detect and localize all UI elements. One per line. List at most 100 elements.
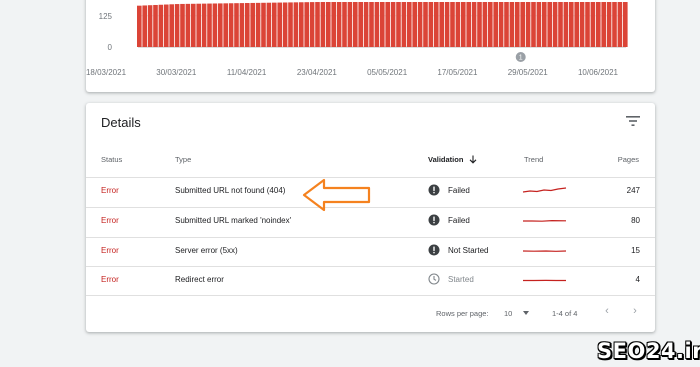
chart-bar[interactable]	[185, 3, 191, 48]
chart-bar[interactable]	[455, 2, 461, 47]
chart-bar[interactable]	[617, 2, 623, 47]
chart-bar[interactable]	[196, 3, 201, 47]
chart-bar[interactable]	[450, 2, 455, 47]
chart-bar[interactable]	[590, 2, 596, 47]
chart-bar[interactable]	[606, 2, 612, 47]
chart-bar[interactable]	[434, 2, 439, 47]
chart-bar[interactable]	[158, 4, 164, 47]
chart-bar[interactable]	[385, 2, 390, 47]
chart-bar[interactable]	[261, 2, 266, 47]
chart-bar[interactable]	[493, 2, 498, 47]
chart-bar[interactable]	[471, 2, 477, 47]
chart-bar[interactable]	[407, 2, 412, 47]
chart-bar[interactable]	[520, 2, 525, 47]
column-header-validation[interactable]: Validation	[428, 155, 477, 164]
chart-bar[interactable]	[536, 2, 542, 47]
filter-icon[interactable]	[625, 114, 641, 128]
chart-bar[interactable]	[428, 2, 434, 47]
chart-bar[interactable]	[515, 2, 520, 47]
chart-bar[interactable]	[563, 2, 569, 47]
chart-bar[interactable]	[374, 2, 380, 47]
chart-bar[interactable]	[569, 2, 574, 47]
chart-bar[interactable]	[304, 2, 309, 48]
chart-bar[interactable]	[174, 4, 180, 47]
chart-bar[interactable]	[585, 2, 590, 47]
chart-bar[interactable]	[272, 2, 277, 48]
chart-bar[interactable]	[137, 5, 142, 47]
chart-bar[interactable]	[509, 2, 515, 47]
chart-bar[interactable]	[234, 3, 239, 47]
chart-bar[interactable]	[396, 2, 401, 47]
chart-bar[interactable]	[164, 4, 169, 47]
chart-bar[interactable]	[596, 2, 601, 47]
chart-bar[interactable]	[191, 3, 196, 48]
chart-bar[interactable]	[347, 2, 353, 47]
chart-bar[interactable]	[342, 2, 347, 47]
chart-bar[interactable]	[390, 2, 396, 47]
chart-bar[interactable]	[579, 2, 585, 47]
rows-per-page-select[interactable]: 10	[504, 309, 530, 318]
chart-bar[interactable]	[363, 2, 369, 47]
chart-bar[interactable]	[147, 5, 153, 47]
column-header-status[interactable]: Status	[101, 155, 122, 164]
chart-bar[interactable]	[612, 2, 617, 47]
chart-bar[interactable]	[623, 2, 628, 47]
chart-bar[interactable]	[207, 3, 212, 48]
chart-bar[interactable]	[320, 2, 326, 47]
previous-page-button[interactable]: ‹	[599, 303, 615, 319]
chart-bar[interactable]	[277, 2, 282, 47]
chart-bar[interactable]	[228, 3, 234, 47]
chart-bar[interactable]	[477, 2, 482, 47]
chart-bar[interactable]	[180, 3, 185, 47]
chart-bar[interactable]	[255, 2, 261, 48]
chart-bar[interactable]	[423, 2, 428, 47]
chart-bar[interactable]	[250, 2, 255, 48]
chart-bar[interactable]	[218, 3, 223, 48]
chart-bar[interactable]	[266, 2, 272, 47]
chart-bar[interactable]	[336, 2, 342, 47]
chart-bar[interactable]	[142, 5, 147, 47]
chart-bar[interactable]	[482, 2, 488, 47]
chart-bar[interactable]	[461, 2, 466, 47]
chart-bar[interactable]	[412, 2, 417, 47]
table-row[interactable]: Error Redirect error Started 4	[86, 266, 655, 295]
chart-bar[interactable]	[552, 2, 558, 47]
chart-bar[interactable]	[169, 4, 174, 47]
chart-bar[interactable]	[201, 3, 207, 47]
chart-bar[interactable]	[401, 2, 407, 47]
chart-bar[interactable]	[212, 3, 218, 47]
chart-bar[interactable]	[282, 2, 288, 48]
chart-bar[interactable]	[293, 2, 299, 47]
chart-bar[interactable]	[558, 2, 563, 47]
chart-bar[interactable]	[504, 2, 509, 47]
column-header-type[interactable]: Type	[175, 155, 191, 164]
chart-bar[interactable]	[299, 2, 304, 47]
chart-bar[interactable]	[353, 2, 358, 47]
chart-bar[interactable]	[531, 2, 536, 47]
annotation-marker[interactable]: 1	[515, 52, 526, 62]
chart-bar[interactable]	[245, 3, 250, 47]
chart-bar[interactable]	[574, 2, 579, 47]
chart-bar[interactable]	[223, 3, 228, 48]
chart-bar[interactable]	[380, 2, 385, 47]
chart-bar[interactable]	[542, 2, 547, 47]
chart-bar[interactable]	[525, 2, 531, 47]
chart-bar[interactable]	[498, 2, 504, 47]
chart-bar[interactable]	[315, 2, 320, 48]
table-row[interactable]: Error Server error (5xx) Not Started 15	[86, 237, 655, 266]
chart-bar[interactable]	[439, 2, 444, 47]
chart-bar[interactable]	[547, 2, 552, 47]
chart-bar[interactable]	[239, 3, 245, 48]
next-page-button[interactable]: ›	[627, 303, 643, 319]
chart-bar[interactable]	[466, 2, 471, 47]
chart-bar[interactable]	[331, 2, 336, 47]
chart-bar[interactable]	[369, 2, 374, 47]
chart-bar[interactable]	[326, 2, 331, 47]
chart-bar[interactable]	[444, 2, 450, 47]
chart-bar[interactable]	[153, 4, 158, 47]
column-header-trend[interactable]: Trend	[524, 155, 543, 164]
chart-bar[interactable]	[488, 2, 493, 47]
chart-bar[interactable]	[309, 2, 315, 47]
chart-bar[interactable]	[601, 2, 606, 47]
chart-bar[interactable]	[417, 2, 423, 47]
